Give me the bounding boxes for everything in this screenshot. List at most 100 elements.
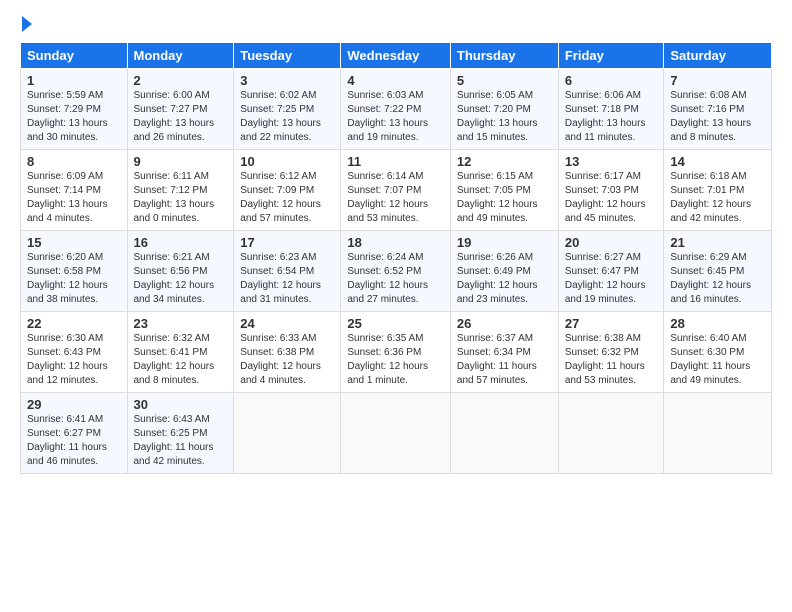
logo — [20, 16, 32, 32]
sunrise-label: Sunrise: 6:18 AM — [670, 171, 746, 182]
sunrise-label: Sunrise: 6:11 AM — [134, 171, 209, 182]
sunrise-label: Sunrise: 6:38 AM — [565, 333, 641, 344]
day-info: Sunrise: 6:26 AM Sunset: 6:49 PM Dayligh… — [457, 251, 552, 307]
sunset-label: Sunset: 7:22 PM — [347, 104, 421, 115]
calendar-week-row: 29 Sunrise: 6:41 AM Sunset: 6:27 PM Dayl… — [21, 393, 772, 474]
day-info: Sunrise: 6:35 AM Sunset: 6:36 PM Dayligh… — [347, 332, 444, 388]
sunset-label: Sunset: 7:29 PM — [27, 104, 101, 115]
day-number: 10 — [240, 154, 334, 169]
calendar-cell — [450, 393, 558, 474]
daylight-label: Daylight: 13 hours and 30 minutes. — [27, 118, 108, 143]
calendar-table: SundayMondayTuesdayWednesdayThursdayFrid… — [20, 42, 772, 474]
calendar-week-row: 22 Sunrise: 6:30 AM Sunset: 6:43 PM Dayl… — [21, 312, 772, 393]
day-info: Sunrise: 6:03 AM Sunset: 7:22 PM Dayligh… — [347, 89, 444, 145]
page: SundayMondayTuesdayWednesdayThursdayFrid… — [0, 0, 792, 484]
sunset-label: Sunset: 7:01 PM — [670, 185, 744, 196]
daylight-label: Daylight: 12 hours and 38 minutes. — [27, 280, 108, 305]
daylight-label: Daylight: 12 hours and 45 minutes. — [565, 199, 646, 224]
sunrise-label: Sunrise: 6:41 AM — [27, 414, 103, 425]
daylight-label: Daylight: 12 hours and 4 minutes. — [240, 361, 321, 386]
calendar-cell — [664, 393, 772, 474]
day-info: Sunrise: 6:14 AM Sunset: 7:07 PM Dayligh… — [347, 170, 444, 226]
day-number: 29 — [27, 397, 121, 412]
calendar-cell: 11 Sunrise: 6:14 AM Sunset: 7:07 PM Dayl… — [341, 150, 451, 231]
header — [20, 16, 772, 32]
calendar-week-row: 8 Sunrise: 6:09 AM Sunset: 7:14 PM Dayli… — [21, 150, 772, 231]
day-info: Sunrise: 6:33 AM Sunset: 6:38 PM Dayligh… — [240, 332, 334, 388]
calendar-cell: 12 Sunrise: 6:15 AM Sunset: 7:05 PM Dayl… — [450, 150, 558, 231]
day-number: 15 — [27, 235, 121, 250]
day-info: Sunrise: 6:11 AM Sunset: 7:12 PM Dayligh… — [134, 170, 228, 226]
sunset-label: Sunset: 6:52 PM — [347, 266, 421, 277]
sunset-label: Sunset: 6:25 PM — [134, 428, 208, 439]
day-of-week-header: Saturday — [664, 43, 772, 69]
day-info: Sunrise: 6:15 AM Sunset: 7:05 PM Dayligh… — [457, 170, 552, 226]
day-number: 3 — [240, 73, 334, 88]
day-info: Sunrise: 6:27 AM Sunset: 6:47 PM Dayligh… — [565, 251, 658, 307]
calendar-cell: 25 Sunrise: 6:35 AM Sunset: 6:36 PM Dayl… — [341, 312, 451, 393]
calendar-cell: 4 Sunrise: 6:03 AM Sunset: 7:22 PM Dayli… — [341, 69, 451, 150]
daylight-label: Daylight: 13 hours and 4 minutes. — [27, 199, 108, 224]
daylight-label: Daylight: 12 hours and 42 minutes. — [670, 199, 751, 224]
sunset-label: Sunset: 6:58 PM — [27, 266, 101, 277]
day-number: 9 — [134, 154, 228, 169]
calendar-cell: 19 Sunrise: 6:26 AM Sunset: 6:49 PM Dayl… — [450, 231, 558, 312]
calendar-cell: 29 Sunrise: 6:41 AM Sunset: 6:27 PM Dayl… — [21, 393, 128, 474]
daylight-label: Daylight: 12 hours and 57 minutes. — [240, 199, 321, 224]
day-of-week-header: Monday — [127, 43, 234, 69]
sunset-label: Sunset: 7:14 PM — [27, 185, 101, 196]
daylight-label: Daylight: 12 hours and 1 minute. — [347, 361, 428, 386]
day-number: 24 — [240, 316, 334, 331]
day-number: 22 — [27, 316, 121, 331]
sunset-label: Sunset: 7:05 PM — [457, 185, 531, 196]
daylight-label: Daylight: 12 hours and 12 minutes. — [27, 361, 108, 386]
calendar-cell: 23 Sunrise: 6:32 AM Sunset: 6:41 PM Dayl… — [127, 312, 234, 393]
day-number: 8 — [27, 154, 121, 169]
day-number: 6 — [565, 73, 658, 88]
sunrise-label: Sunrise: 6:09 AM — [27, 171, 103, 182]
day-info: Sunrise: 6:23 AM Sunset: 6:54 PM Dayligh… — [240, 251, 334, 307]
day-of-week-header: Tuesday — [234, 43, 341, 69]
logo-arrow-icon — [22, 16, 32, 32]
day-number: 12 — [457, 154, 552, 169]
sunset-label: Sunset: 6:38 PM — [240, 347, 314, 358]
calendar-cell: 21 Sunrise: 6:29 AM Sunset: 6:45 PM Dayl… — [664, 231, 772, 312]
calendar-cell: 26 Sunrise: 6:37 AM Sunset: 6:34 PM Dayl… — [450, 312, 558, 393]
day-info: Sunrise: 6:00 AM Sunset: 7:27 PM Dayligh… — [134, 89, 228, 145]
day-number: 7 — [670, 73, 765, 88]
day-info: Sunrise: 6:43 AM Sunset: 6:25 PM Dayligh… — [134, 413, 228, 469]
day-number: 21 — [670, 235, 765, 250]
calendar-cell: 20 Sunrise: 6:27 AM Sunset: 6:47 PM Dayl… — [558, 231, 664, 312]
sunset-label: Sunset: 7:27 PM — [134, 104, 208, 115]
day-info: Sunrise: 5:59 AM Sunset: 7:29 PM Dayligh… — [27, 89, 121, 145]
day-of-week-header: Sunday — [21, 43, 128, 69]
sunset-label: Sunset: 6:47 PM — [565, 266, 639, 277]
calendar-cell: 6 Sunrise: 6:06 AM Sunset: 7:18 PM Dayli… — [558, 69, 664, 150]
sunrise-label: Sunrise: 6:43 AM — [134, 414, 210, 425]
daylight-label: Daylight: 11 hours and 49 minutes. — [670, 361, 750, 386]
sunset-label: Sunset: 7:20 PM — [457, 104, 531, 115]
sunrise-label: Sunrise: 6:14 AM — [347, 171, 423, 182]
day-number: 18 — [347, 235, 444, 250]
sunrise-label: Sunrise: 6:27 AM — [565, 252, 641, 263]
calendar-cell: 8 Sunrise: 6:09 AM Sunset: 7:14 PM Dayli… — [21, 150, 128, 231]
calendar-cell — [558, 393, 664, 474]
sunset-label: Sunset: 7:09 PM — [240, 185, 314, 196]
calendar-cell: 10 Sunrise: 6:12 AM Sunset: 7:09 PM Dayl… — [234, 150, 341, 231]
day-info: Sunrise: 6:18 AM Sunset: 7:01 PM Dayligh… — [670, 170, 765, 226]
daylight-label: Daylight: 12 hours and 53 minutes. — [347, 199, 428, 224]
sunset-label: Sunset: 7:12 PM — [134, 185, 208, 196]
daylight-label: Daylight: 11 hours and 53 minutes. — [565, 361, 645, 386]
daylight-label: Daylight: 12 hours and 19 minutes. — [565, 280, 646, 305]
sunrise-label: Sunrise: 6:17 AM — [565, 171, 641, 182]
daylight-label: Daylight: 13 hours and 11 minutes. — [565, 118, 646, 143]
daylight-label: Daylight: 12 hours and 34 minutes. — [134, 280, 215, 305]
daylight-label: Daylight: 12 hours and 8 minutes. — [134, 361, 215, 386]
calendar-cell: 13 Sunrise: 6:17 AM Sunset: 7:03 PM Dayl… — [558, 150, 664, 231]
day-info: Sunrise: 6:32 AM Sunset: 6:41 PM Dayligh… — [134, 332, 228, 388]
sunset-label: Sunset: 6:56 PM — [134, 266, 208, 277]
sunset-label: Sunset: 6:41 PM — [134, 347, 208, 358]
daylight-label: Daylight: 13 hours and 8 minutes. — [670, 118, 751, 143]
day-number: 23 — [134, 316, 228, 331]
day-number: 16 — [134, 235, 228, 250]
